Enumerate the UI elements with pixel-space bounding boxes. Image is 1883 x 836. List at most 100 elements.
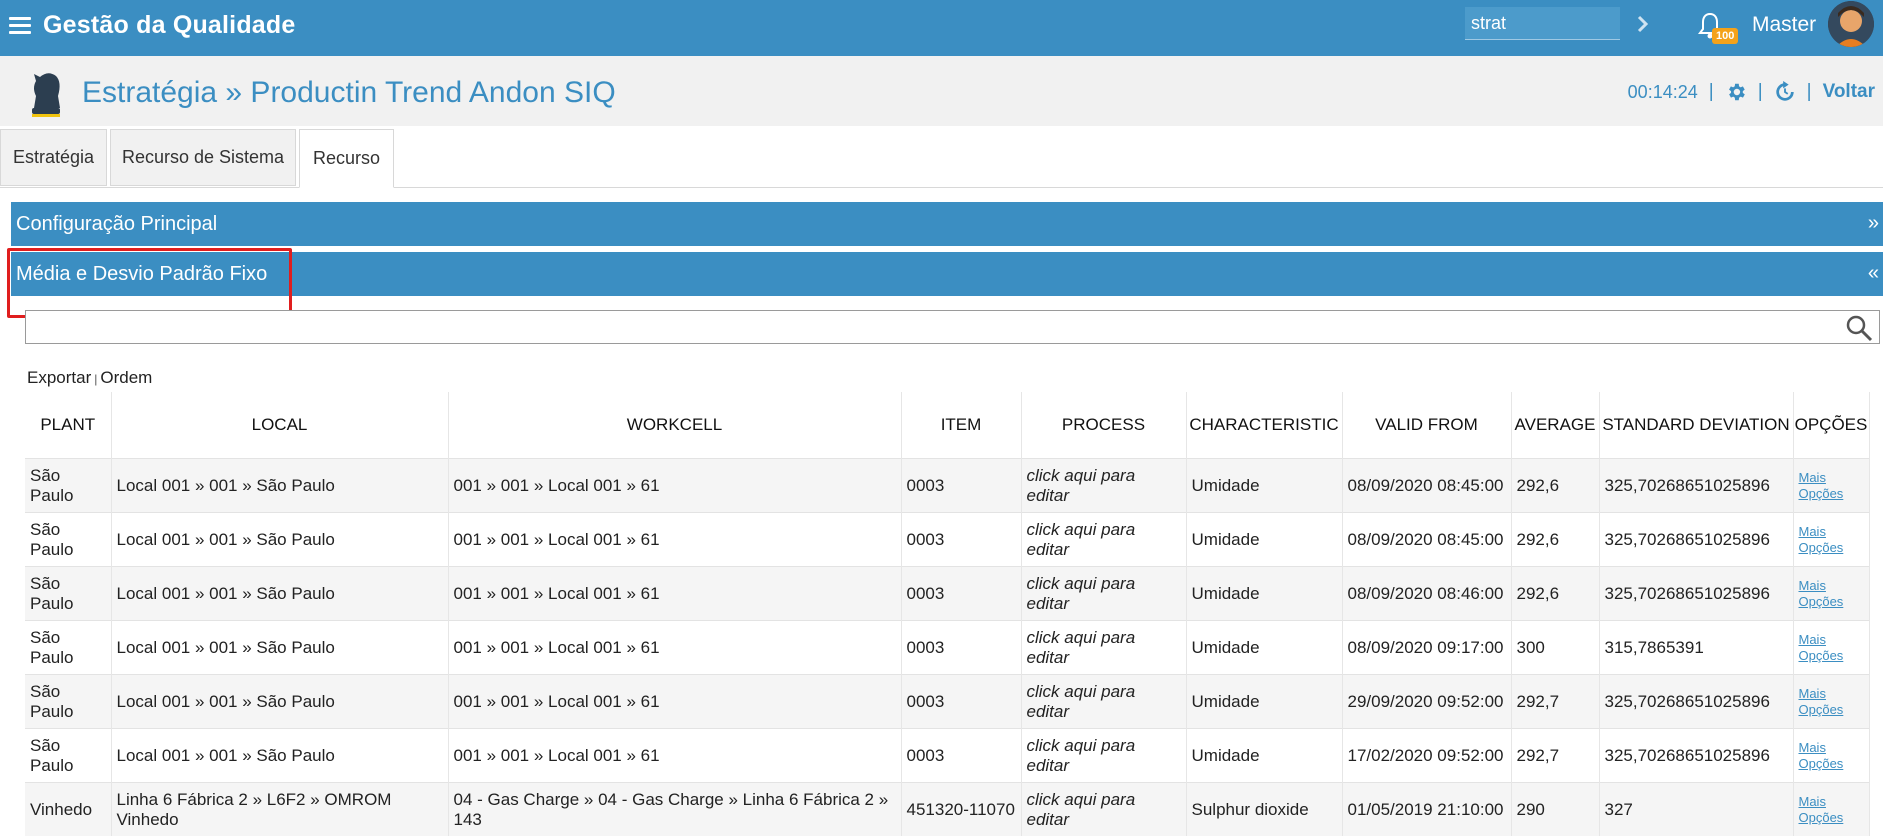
cell-std-dev: 325,70268651025896 — [1599, 567, 1793, 621]
column-header[interactable]: WORKCELL — [448, 392, 901, 459]
more-label: Mais — [1799, 740, 1826, 755]
more-options-link[interactable]: MaisOpções — [1799, 794, 1864, 826]
column-header[interactable]: VALID FROM — [1342, 392, 1511, 459]
more-options-link[interactable]: MaisOpções — [1799, 524, 1864, 556]
cell-characteristic: Umidade — [1186, 459, 1342, 513]
options-label: Opções — [1799, 810, 1844, 825]
back-link[interactable]: Voltar — [1823, 81, 1875, 103]
cell-valid-from: 08/09/2020 08:46:00 — [1342, 567, 1511, 621]
table-actions: Exportar|Ordem — [27, 368, 152, 388]
column-header[interactable]: CHARACTERISTIC — [1186, 392, 1342, 459]
panel-title: Configuração Principal — [16, 213, 217, 236]
user-name[interactable]: Master — [1752, 13, 1816, 37]
tab-recurso[interactable]: Recurso — [299, 129, 394, 188]
cell-local: Local 001 » 001 » São Paulo — [111, 729, 448, 783]
column-header[interactable]: AVERAGE — [1511, 392, 1599, 459]
more-options-link[interactable]: MaisOpções — [1799, 578, 1864, 610]
column-header[interactable]: LOCAL — [111, 392, 448, 459]
more-options-link[interactable]: MaisOpções — [1799, 740, 1864, 772]
collapse-icon[interactable]: « — [1868, 262, 1879, 285]
app-title: Gestão da Qualidade — [43, 11, 295, 40]
search-icon[interactable] — [1845, 314, 1873, 342]
results-table: PLANT LOCAL WORKCELL ITEM PROCESS CHARAC… — [25, 392, 1870, 836]
page-header: Estratégia » Productin Trend Andon SIQ 0… — [0, 56, 1883, 126]
order-link[interactable]: Ordem — [100, 368, 152, 387]
notification-badge: 100 — [1712, 28, 1738, 44]
column-header[interactable]: PLANT — [25, 392, 111, 459]
cell-workcell: 001 » 001 » Local 001 » 61 — [448, 675, 901, 729]
cell-average: 292,6 — [1511, 567, 1599, 621]
cell-std-dev: 315,7865391 — [1599, 621, 1793, 675]
column-header[interactable]: PROCESS — [1021, 392, 1186, 459]
refresh-icon[interactable] — [1774, 81, 1796, 103]
cell-plant: Vinhedo — [25, 783, 111, 836]
cell-item: 0003 — [901, 621, 1021, 675]
cell-local: Local 001 » 001 » São Paulo — [111, 675, 448, 729]
cell-characteristic: Umidade — [1186, 513, 1342, 567]
tab-recurso-de-sistema[interactable]: Recurso de Sistema — [110, 129, 296, 186]
cell-options: MaisOpções — [1793, 513, 1869, 567]
chevron-right-icon[interactable] — [1636, 12, 1650, 36]
cell-item: 0003 — [901, 729, 1021, 783]
cell-process[interactable]: click aqui para editar — [1021, 567, 1186, 621]
cell-average: 292,7 — [1511, 729, 1599, 783]
cell-plant: São Paulo — [25, 567, 111, 621]
table-row[interactable]: São Paulo Local 001 » 001 » São Paulo 00… — [25, 513, 1869, 567]
table-row[interactable]: São Paulo Local 001 » 001 » São Paulo 00… — [25, 675, 1869, 729]
column-header[interactable]: STANDARD DEVIATION — [1599, 392, 1793, 459]
more-label: Mais — [1799, 686, 1826, 701]
panel-configuracao-principal[interactable]: Configuração Principal » — [11, 202, 1883, 246]
more-label: Mais — [1799, 578, 1826, 593]
cell-options: MaisOpções — [1793, 729, 1869, 783]
page-title: Estratégia » Productin Trend Andon SIQ — [82, 76, 616, 110]
cell-process[interactable]: click aqui para editar — [1021, 513, 1186, 567]
cell-characteristic: Umidade — [1186, 729, 1342, 783]
table-row[interactable]: São Paulo Local 001 » 001 » São Paulo 00… — [25, 567, 1869, 621]
menu-icon[interactable] — [9, 17, 31, 35]
more-options-link[interactable]: MaisOpções — [1799, 686, 1864, 718]
table-row[interactable]: São Paulo Local 001 » 001 » São Paulo 00… — [25, 729, 1869, 783]
export-link[interactable]: Exportar — [27, 368, 91, 387]
column-header[interactable]: ITEM — [901, 392, 1021, 459]
expand-icon[interactable]: » — [1868, 212, 1879, 235]
filter-input[interactable] — [26, 311, 1830, 343]
table-row[interactable]: São Paulo Local 001 » 001 » São Paulo 00… — [25, 621, 1869, 675]
cell-process[interactable]: click aqui para editar — [1021, 459, 1186, 513]
gear-icon[interactable] — [1725, 81, 1747, 103]
cell-average: 292,7 — [1511, 675, 1599, 729]
filter-box — [25, 310, 1880, 344]
cell-item: 0003 — [901, 459, 1021, 513]
cell-process[interactable]: click aqui para editar — [1021, 729, 1186, 783]
cell-process[interactable]: click aqui para editar — [1021, 783, 1186, 836]
cell-options: MaisOpções — [1793, 675, 1869, 729]
cell-item: 0003 — [901, 567, 1021, 621]
avatar[interactable] — [1828, 1, 1874, 47]
tab-estrategia[interactable]: Estratégia — [0, 129, 107, 186]
cell-item: 0003 — [901, 675, 1021, 729]
more-options-link[interactable]: MaisOpções — [1799, 632, 1864, 664]
search-input[interactable] — [1465, 7, 1620, 40]
more-label: Mais — [1799, 470, 1826, 485]
options-label: Opções — [1799, 648, 1844, 663]
cell-std-dev: 325,70268651025896 — [1599, 675, 1793, 729]
separator: | — [1709, 81, 1714, 103]
table-row[interactable]: São Paulo Local 001 » 001 » São Paulo 00… — [25, 459, 1869, 513]
table-row[interactable]: Vinhedo Linha 6 Fábrica 2 » L6F2 » OMROM… — [25, 783, 1869, 836]
cell-std-dev: 325,70268651025896 — [1599, 729, 1793, 783]
more-options-link[interactable]: MaisOpções — [1799, 470, 1864, 502]
cell-std-dev: 325,70268651025896 — [1599, 459, 1793, 513]
cell-options: MaisOpções — [1793, 621, 1869, 675]
cell-options: MaisOpções — [1793, 567, 1869, 621]
cell-characteristic: Umidade — [1186, 567, 1342, 621]
more-label: Mais — [1799, 632, 1826, 647]
cell-local: Linha 6 Fábrica 2 » L6F2 » OMROM Vinhedo — [111, 783, 448, 836]
cell-characteristic: Sulphur dioxide — [1186, 783, 1342, 836]
cell-plant: São Paulo — [25, 459, 111, 513]
cell-process[interactable]: click aqui para editar — [1021, 621, 1186, 675]
highlight-annotation — [7, 248, 292, 318]
more-label: Mais — [1799, 524, 1826, 539]
options-label: Opções — [1799, 594, 1844, 609]
cell-valid-from: 01/05/2019 21:10:00 — [1342, 783, 1511, 836]
cell-local: Local 001 » 001 » São Paulo — [111, 621, 448, 675]
cell-process[interactable]: click aqui para editar — [1021, 675, 1186, 729]
